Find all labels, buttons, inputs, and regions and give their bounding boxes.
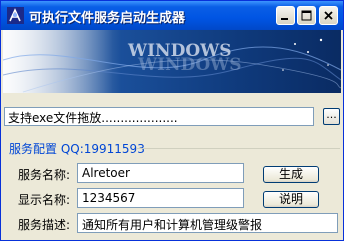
description-input[interactable]: 通知所有用户和计算机管理级警报 (77, 213, 338, 233)
banner-image: WINDOWS WINDOWS (3, 30, 341, 93)
title-bar[interactable]: 可执行文件服务启动生成器 (1, 1, 343, 30)
app-icon (7, 7, 24, 24)
exe-drop-field[interactable]: 支持exe文件拖放.................... (4, 107, 314, 126)
description-label: 服务描述: (18, 218, 71, 232)
banner-logo-reflection: WINDOWS (137, 55, 242, 75)
close-icon (324, 11, 333, 20)
display-name-input[interactable]: 1234567 (77, 188, 244, 208)
browse-button[interactable]: ... (323, 108, 340, 125)
app-window: 可执行文件服务启动生成器 WINDOWS WINDOWS 支持exe文件拖放..… (0, 0, 344, 241)
help-button[interactable]: 说明 (263, 191, 319, 208)
display-name-label: 显示名称: (18, 193, 71, 207)
group-title: 服务配置 QQ:19911593 (9, 142, 145, 156)
generate-button[interactable]: 生成 (263, 166, 319, 183)
minimize-button[interactable] (276, 6, 295, 25)
maximize-button[interactable] (297, 6, 316, 25)
close-button[interactable] (319, 6, 338, 25)
group-divider (136, 148, 340, 149)
maximize-icon (301, 10, 312, 21)
service-name-input[interactable]: Alretoer (77, 163, 244, 183)
service-name-label: 服务名称: (18, 168, 71, 182)
minimize-icon (281, 18, 288, 20)
window-title: 可执行文件服务启动生成器 (29, 11, 186, 26)
